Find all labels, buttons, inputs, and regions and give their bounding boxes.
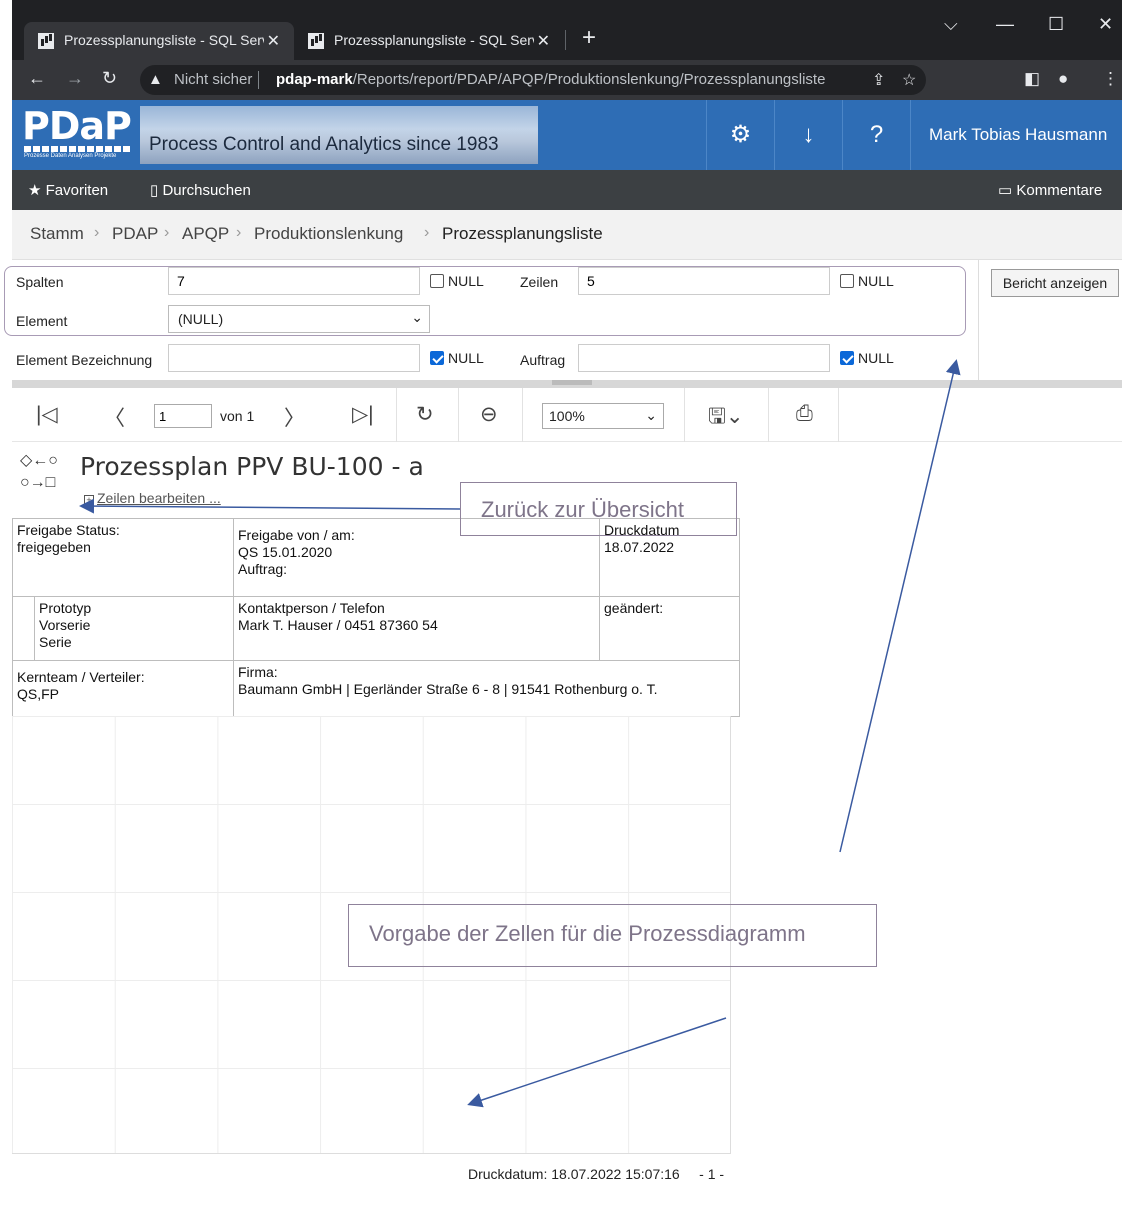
arrow-to-grid [467,1017,727,1108]
arrow-to-edit-link [79,498,461,514]
arrow-to-parameters [839,359,961,853]
browser-window: Prozessplanungsliste - SQL Serve ✕ Proze… [4,0,1122,1214]
annotation-arrows [79,359,961,1108]
